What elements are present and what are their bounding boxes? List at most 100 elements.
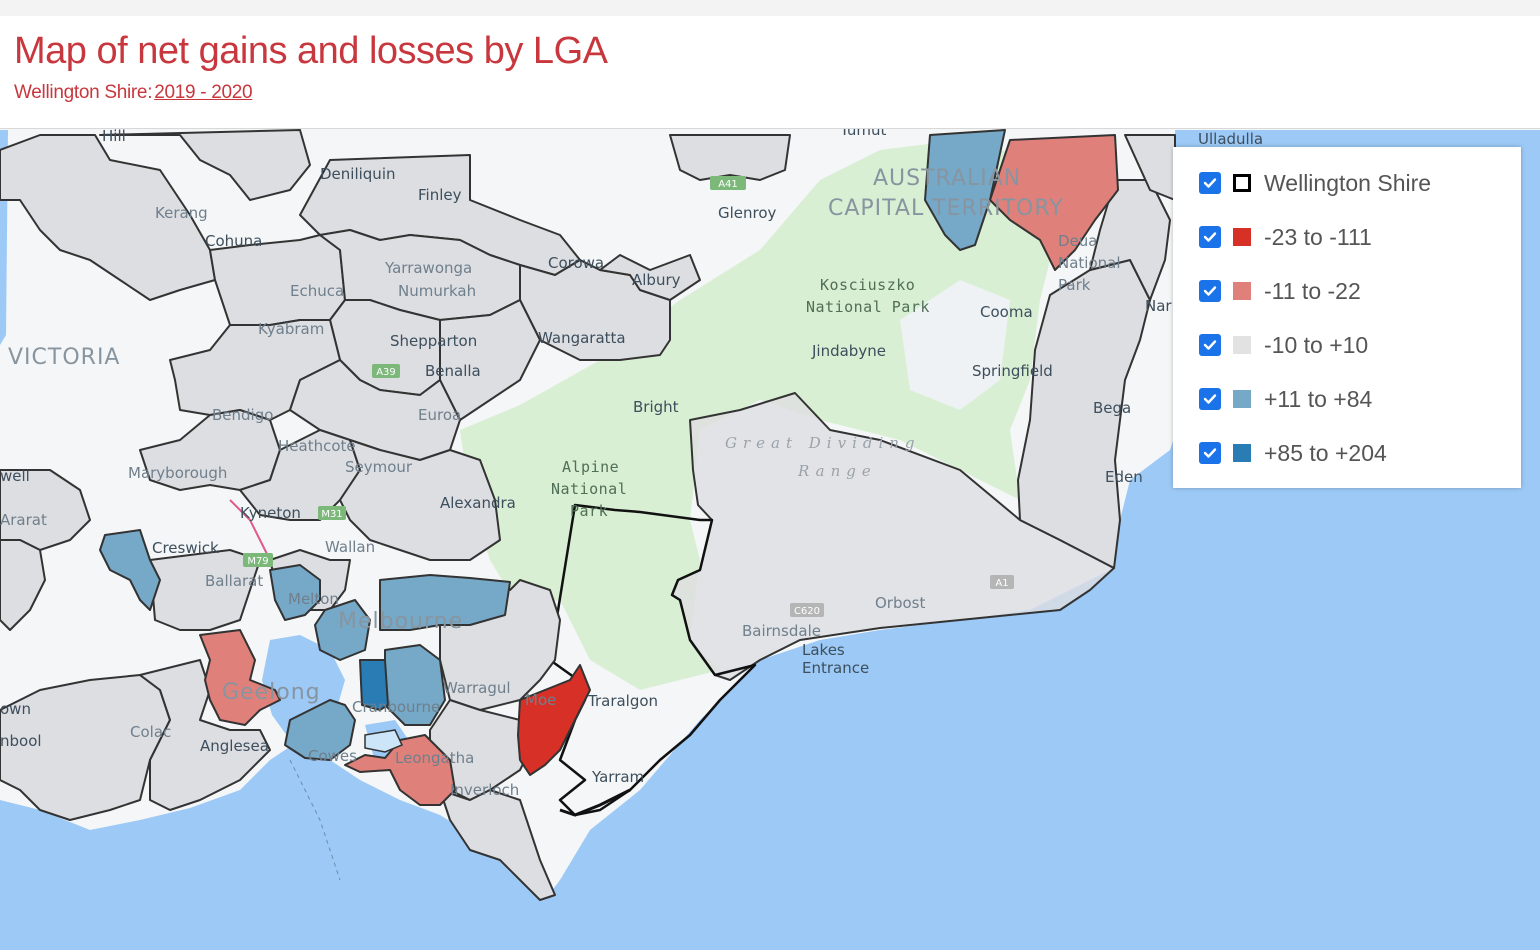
outline-square-icon	[1233, 174, 1251, 192]
place-label: Tumut	[839, 129, 887, 139]
road-shield-a39: A39	[372, 364, 400, 378]
place-label: Kyabram	[258, 320, 324, 338]
place-label: Park	[570, 502, 608, 520]
shield-label-c620: C620	[794, 606, 820, 617]
legend-item-range[interactable]: +11 to +84	[1199, 385, 1372, 413]
page-subtitle: Wellington Shire: 2019 - 2020	[14, 82, 253, 104]
legend-checkbox[interactable]	[1199, 388, 1221, 410]
checkmark-icon	[1203, 340, 1217, 350]
place-label: Numurkah	[398, 282, 476, 300]
place-label: Ballarat	[205, 572, 263, 590]
subtitle-area: Wellington Shire:	[14, 82, 153, 103]
place-label: Heathcote	[278, 437, 356, 455]
light-blue-swatch-icon	[1233, 390, 1251, 408]
place-label: Maryborough	[128, 464, 227, 482]
legend-item-range[interactable]: -10 to +10	[1199, 331, 1368, 359]
checkmark-icon	[1203, 178, 1217, 188]
legend-label: -23 to -111	[1264, 223, 1372, 250]
page-title: Map of net gains and losses by LGA	[14, 30, 608, 72]
place-label: Nar	[1145, 297, 1172, 315]
place-label: Deniliquin	[320, 165, 396, 183]
place-label: own	[0, 700, 31, 718]
place-label: Lakes	[802, 641, 845, 659]
legend-checkbox[interactable]	[1199, 172, 1221, 194]
place-label: National Park	[806, 298, 930, 316]
legend-item-range[interactable]: -23 to -111	[1199, 223, 1372, 251]
place-label: Benalla	[425, 362, 481, 380]
map-legend: Wellington Shire -23 to -111 -11 to -22 …	[1173, 147, 1521, 488]
place-label: Yarram	[591, 768, 644, 786]
top-strip	[0, 0, 1540, 16]
place-label: Leongatha	[395, 749, 474, 767]
place-label: Kyneton	[240, 504, 301, 522]
road-shield-c620: C620	[790, 603, 824, 617]
legend-item-wellington-shire[interactable]: Wellington Shire	[1199, 169, 1431, 197]
place-label: Park	[1058, 276, 1091, 294]
light-red-swatch-icon	[1233, 282, 1251, 300]
place-label: Cranbourne	[352, 698, 440, 716]
place-label: Wangaratta	[538, 329, 626, 347]
place-label: Eden	[1105, 468, 1143, 486]
place-label: Kerang	[155, 204, 208, 222]
subtitle-period-link[interactable]: 2019 - 2020	[154, 82, 252, 103]
legend-label: +11 to +84	[1264, 385, 1373, 412]
place-label: Bendigo	[212, 406, 273, 424]
checkmark-icon	[1203, 394, 1217, 404]
shield-label-a41: A41	[718, 179, 738, 190]
legend-label: -10 to +10	[1264, 331, 1369, 358]
place-label: Cowes	[308, 747, 357, 765]
place-label: Warragul	[443, 679, 511, 697]
legend-label: -11 to -22	[1264, 277, 1361, 304]
place-label: Ulladulla	[1198, 130, 1263, 148]
place-label: Kosciuszko	[820, 276, 915, 294]
checkmark-icon	[1203, 448, 1217, 458]
legend-checkbox[interactable]	[1199, 334, 1221, 356]
place-label: Bega	[1093, 399, 1131, 417]
place-label: National	[551, 480, 627, 498]
dark-red-swatch-icon	[1233, 228, 1251, 246]
place-label: Hill	[102, 129, 126, 145]
place-label: Corowa	[548, 254, 604, 272]
place-label: Wallan	[325, 538, 375, 556]
lga-snowy-valleys[interactable]	[669, 134, 791, 181]
dark-blue-swatch-icon	[1233, 444, 1251, 462]
place-label: Glenroy	[718, 204, 777, 222]
place-label: Echuca	[290, 282, 344, 300]
road-shield-m79: M79	[243, 553, 273, 567]
legend-label: +85 to +204	[1264, 439, 1387, 466]
place-label: Cooma	[980, 303, 1033, 321]
state-label: VICTORIA	[8, 345, 120, 370]
place-label: Euroa	[418, 406, 461, 424]
place-label: Colac	[130, 723, 171, 741]
legend-item-range[interactable]: +85 to +204	[1199, 439, 1387, 467]
place-label: Melbourne	[338, 609, 463, 634]
place-label: Shepparton	[390, 332, 477, 350]
place-label: Finley	[418, 186, 462, 204]
place-label: Moe	[525, 691, 556, 709]
checkmark-icon	[1203, 286, 1217, 296]
shield-label-m79: M79	[247, 556, 268, 567]
place-label: Bairnsdale	[742, 622, 821, 640]
place-label: Bright	[633, 398, 679, 416]
place-label: Yarrawonga	[384, 259, 472, 277]
place-label: Great Dividing	[725, 434, 921, 452]
grey-swatch-icon	[1233, 336, 1251, 354]
place-label: Cohuna	[205, 232, 262, 250]
place-label: Range	[797, 462, 877, 480]
place-label: Traralgon	[587, 692, 658, 710]
legend-checkbox[interactable]	[1199, 442, 1221, 464]
place-label: Deua	[1058, 232, 1097, 250]
place-label: AUSTRALIAN	[873, 166, 1021, 191]
legend-item-range[interactable]: -11 to -22	[1199, 277, 1361, 305]
place-label: Anglesea	[200, 737, 269, 755]
shield-label-m31: M31	[321, 509, 342, 520]
page-header: Map of net gains and losses by LGA Welli…	[0, 16, 1540, 129]
place-label: National	[1058, 254, 1121, 272]
legend-checkbox[interactable]	[1199, 280, 1221, 302]
place-label: well	[0, 467, 30, 485]
place-label: Alpine	[562, 458, 619, 476]
shield-label-a39: A39	[376, 367, 396, 378]
legend-label: Wellington Shire	[1264, 169, 1432, 196]
legend-checkbox[interactable]	[1199, 226, 1221, 248]
place-label: Entrance	[802, 659, 869, 677]
